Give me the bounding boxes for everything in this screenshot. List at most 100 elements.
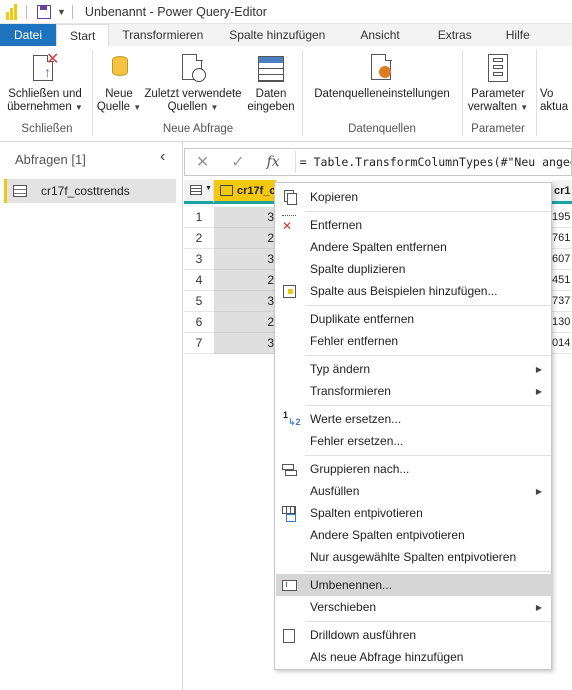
grid-cell[interactable]: 737	[552, 291, 572, 312]
grid-cell[interactable]: 195	[552, 207, 572, 228]
tab-tools[interactable]: Extras	[422, 24, 488, 46]
menu-separator	[305, 571, 551, 572]
grid-cell[interactable]: 3	[214, 249, 276, 270]
menu-item-rename[interactable]: Umbenennen...	[276, 574, 552, 596]
data-source-settings-button[interactable]: Datenquelleneinstellungen	[308, 52, 456, 101]
tab-home[interactable]: Start	[56, 24, 110, 46]
menu-item-add-column-from-examples[interactable]: Spalte aus Beispielen hinzufügen...	[276, 280, 552, 302]
menu-item-remove-duplicates[interactable]: Duplikate entfernen	[276, 308, 552, 330]
collapse-pane-icon[interactable]: ‹	[160, 148, 165, 166]
enter-data-button[interactable]: Daten eingeben	[244, 52, 298, 114]
chevron-down-icon: ▼	[520, 103, 529, 112]
grid-cell[interactable]: 014	[552, 333, 572, 354]
menu-item-remove-errors[interactable]: Fehler entfernen	[276, 330, 552, 352]
close-apply-button[interactable]: ✕ ↑ Schließen und übernehmen ▼	[6, 52, 84, 114]
ribbon-tabs: Datei Start Transformieren Spalte hinzuf…	[0, 24, 572, 46]
grid-cell[interactable]: 2	[214, 228, 276, 249]
group-separator	[92, 50, 93, 136]
table-menu-button[interactable]: ▼	[184, 180, 214, 204]
menu-separator	[305, 455, 551, 456]
queries-header: Abfragen [1]	[15, 152, 86, 167]
table-icon	[190, 185, 202, 195]
title-separator	[26, 4, 27, 19]
chevron-right-icon: ▶	[535, 386, 542, 396]
quick-access-dropdown-icon[interactable]: ▼	[57, 7, 66, 17]
menu-item-replace-values[interactable]: 1 ↳2 Werte ersetzen...	[276, 408, 552, 430]
tab-file[interactable]: Datei	[0, 24, 57, 46]
menu-item-fill[interactable]: Ausfüllen ▶	[276, 480, 552, 502]
save-icon[interactable]	[37, 4, 51, 19]
menu-item-change-type[interactable]: Typ ändern ▶	[276, 358, 552, 380]
new-source-button[interactable]: Neue Quelle ▼	[96, 52, 142, 114]
copy-icon	[280, 189, 297, 205]
menu-item-unpivot-other-columns[interactable]: Andere Spalten entpivotieren	[276, 524, 552, 546]
menu-item-transform[interactable]: Transformieren ▶	[276, 380, 552, 402]
cancel-formula-icon[interactable]: ✕	[185, 152, 220, 172]
row-number[interactable]: 1	[184, 207, 214, 228]
grid-cell[interactable]: 2	[214, 312, 276, 333]
group-label-close: Schließen	[21, 123, 73, 135]
manage-parameters-button[interactable]: Parameter verwalten ▼	[464, 52, 532, 114]
recent-sources-icon	[178, 52, 208, 84]
recent-sources-button[interactable]: Zuletzt verwendete Quellen ▼	[142, 52, 244, 114]
menu-item-replace-errors[interactable]: Fehler ersetzen...	[276, 430, 552, 452]
formula-separator	[294, 151, 296, 173]
row-number[interactable]: 5	[184, 291, 214, 312]
grid-cell[interactable]: 3	[214, 291, 276, 312]
tab-view[interactable]: Ansicht	[338, 24, 421, 46]
table-icon	[13, 185, 27, 197]
group-label-data-sources: Datenquellen	[348, 123, 416, 135]
grid-cell[interactable]: 130	[552, 312, 572, 333]
queries-pane: Abfragen [1] ‹ cr17f_costtrends	[0, 142, 183, 690]
formula-bar: ✕ ✓ fx = Table.TransformColumnTypes(#"Ne…	[184, 148, 572, 176]
row-number[interactable]: 4	[184, 270, 214, 291]
group-label-new-query: Neue Abfrage	[162, 123, 234, 135]
menu-item-remove-other-columns[interactable]: Andere Spalten entfernen	[276, 236, 552, 258]
fx-icon[interactable]: fx	[256, 154, 291, 170]
grid-cell[interactable]: 3	[214, 333, 276, 354]
chevron-down-icon: ▼	[133, 103, 142, 112]
menu-item-move[interactable]: Verschieben ▶	[276, 596, 552, 618]
menu-separator	[305, 305, 551, 306]
grid-cell[interactable]: 761	[552, 228, 572, 249]
column-header-label: cr1	[554, 184, 571, 197]
row-number[interactable]: 2	[184, 228, 214, 249]
window-title: Unbenannt - Power Query-Editor	[84, 4, 267, 19]
column-header-selected[interactable]: cr17f_c	[214, 180, 276, 204]
menu-item-duplicate-column[interactable]: Spalte duplizieren	[276, 258, 552, 280]
query-item[interactable]: cr17f_costtrends	[4, 179, 176, 203]
chevron-down-icon: ▼	[210, 103, 219, 112]
title-bar: ▼ Unbenannt - Power Query-Editor	[0, 0, 572, 24]
menu-item-add-as-new-query[interactable]: Als neue Abfrage hinzufügen	[276, 646, 552, 668]
menu-item-unpivot-selected-only[interactable]: Nur ausgewählte Spalten entpivotieren	[276, 546, 552, 568]
menu-item-copy[interactable]: Kopieren	[276, 186, 552, 208]
menu-item-group-by[interactable]: Gruppieren nach...	[276, 458, 552, 480]
chevron-right-icon: ▶	[535, 364, 542, 374]
tab-help[interactable]: Hilfe	[488, 24, 548, 46]
formula-input[interactable]: = Table.TransformColumnTypes(#"Neu angeo	[300, 155, 571, 169]
chevron-right-icon: ▶	[535, 602, 542, 612]
confirm-formula-icon[interactable]: ✓	[220, 152, 255, 172]
grid-cell[interactable]: 607	[552, 249, 572, 270]
grid-cell[interactable]: 3	[214, 207, 276, 228]
menu-item-unpivot-columns[interactable]: Spalten entpivotieren	[276, 502, 552, 524]
menu-item-drilldown[interactable]: Drilldown ausführen	[276, 624, 552, 646]
menu-separator	[305, 211, 551, 212]
replace-values-icon: 1 ↳2	[283, 410, 301, 427]
refresh-preview-icon	[545, 52, 572, 84]
tab-transform[interactable]: Transformieren	[109, 24, 216, 46]
row-number[interactable]: 6	[184, 312, 214, 333]
row-number[interactable]: 7	[184, 333, 214, 354]
ribbon: ✕ ↑ Schließen und übernehmen ▼ Neue Quel…	[0, 46, 572, 142]
unpivot-icon	[280, 505, 296, 522]
menu-item-remove[interactable]: Entfernen	[276, 214, 552, 236]
grid-cell[interactable]: 451	[552, 270, 572, 291]
refresh-preview-button[interactable]: Vo aktua	[540, 52, 572, 114]
column-header[interactable]: cr1	[552, 180, 572, 204]
close-apply-icon: ✕ ↑	[30, 52, 60, 84]
tab-add-column[interactable]: Spalte hinzufügen	[216, 24, 338, 46]
row-number[interactable]: 3	[184, 249, 214, 270]
chevron-down-icon: ▼	[205, 185, 212, 192]
grid-cell[interactable]: 2	[214, 270, 276, 291]
menu-separator	[305, 405, 551, 406]
